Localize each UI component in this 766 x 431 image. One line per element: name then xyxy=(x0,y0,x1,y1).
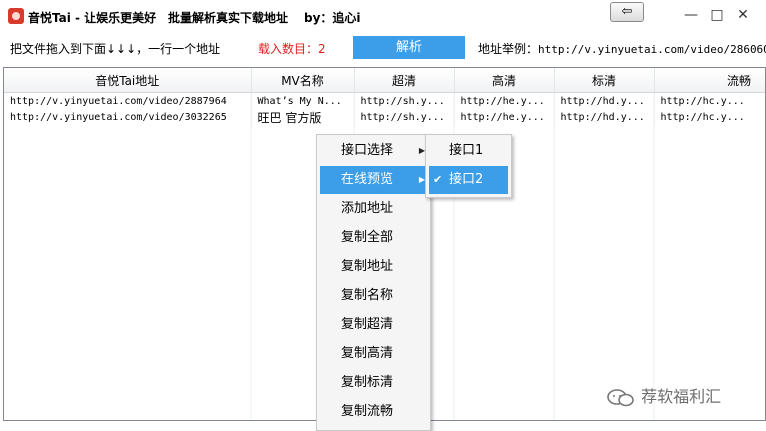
minimize-button[interactable]: — xyxy=(680,6,702,24)
watermark: 荐软福利汇 xyxy=(606,383,756,411)
wechat-logo-icon xyxy=(607,388,634,406)
menu-item-copy-address[interactable]: 复制地址 xyxy=(320,253,427,281)
window-subtitle: 批量解析真实下载地址 xyxy=(168,11,289,25)
menu-item-label: 接口选择 xyxy=(341,143,394,158)
title-bar: 音悦Tai - 让娱乐更美好 批量解析真实下载地址 by：追心i ⇦ — □ ✕ xyxy=(0,0,766,34)
submenu-item-interface-1[interactable]: 接口1 xyxy=(429,137,508,165)
url-example: 地址举例：http://v.yinyuetai.com/video/286060… xyxy=(478,40,766,57)
window-title: 音悦Tai - 让娱乐更美好 xyxy=(28,11,157,25)
window-author: by：追心i xyxy=(304,11,361,25)
column-header-smooth[interactable]: 流畅 xyxy=(654,68,765,93)
checkmark-icon: ✔ xyxy=(433,173,443,186)
close-button[interactable]: ✕ xyxy=(732,6,754,24)
menu-item-label: 在线预览 xyxy=(341,172,394,187)
url-example-prefix: 地址举例： xyxy=(478,42,539,56)
menu-item-online-preview[interactable]: 在线预览 ▶ xyxy=(320,166,427,194)
context-menu: 接口选择 ▶ 在线预览 ▶ 添加地址 复制全部 复制地址 复制名称 复制超清 复制高… xyxy=(316,134,431,431)
column-header-mv-name[interactable]: MV名称 xyxy=(251,68,355,93)
menu-item-copy-sd[interactable]: 复制标清 xyxy=(320,369,427,397)
column-header-super-hd[interactable]: 超清 xyxy=(354,68,455,93)
app-logo-icon xyxy=(8,8,24,24)
maximize-button[interactable]: □ xyxy=(706,6,728,24)
menu-item-copy-all[interactable]: 复制全部 xyxy=(320,224,427,252)
submenu-item-interface-2[interactable]: ✔ 接口2 xyxy=(429,166,508,194)
interface-submenu: 接口1 ✔ 接口2 xyxy=(425,134,512,198)
parse-button[interactable]: 解析 xyxy=(353,36,465,59)
column-header-url[interactable]: 音悦Tai地址 xyxy=(4,68,252,93)
drag-instruction-label: 把文件拖入到下面↓↓↓，一行一个地址 xyxy=(10,42,221,56)
column-header-sd[interactable]: 标清 xyxy=(554,68,655,93)
table-header-row: 音悦Tai地址 MV名称 超清 高清 标清 流畅 xyxy=(4,68,765,93)
column-header-hd[interactable]: 高清 xyxy=(454,68,555,93)
url-example-value: http://v.yinyuetai.com/video/2860608 xyxy=(538,43,766,56)
menu-item-interface-select[interactable]: 接口选择 ▶ xyxy=(320,137,427,165)
submenu-item-label: 接口2 xyxy=(449,172,484,187)
menu-item-copy-smooth[interactable]: 复制流畅 xyxy=(320,398,427,426)
swap-arrow-button[interactable]: ⇦ xyxy=(610,2,644,22)
menu-item-copy-super-hd[interactable]: 复制超清 xyxy=(320,311,427,339)
menu-item-copy-hd[interactable]: 复制高清 xyxy=(320,340,427,368)
load-count-label: 载入数目：2 xyxy=(258,42,326,56)
menu-item-copy-name[interactable]: 复制名称 xyxy=(320,282,427,310)
watermark-text: 荐软福利汇 xyxy=(641,387,722,406)
menu-item-add-address[interactable]: 添加地址 xyxy=(320,195,427,223)
